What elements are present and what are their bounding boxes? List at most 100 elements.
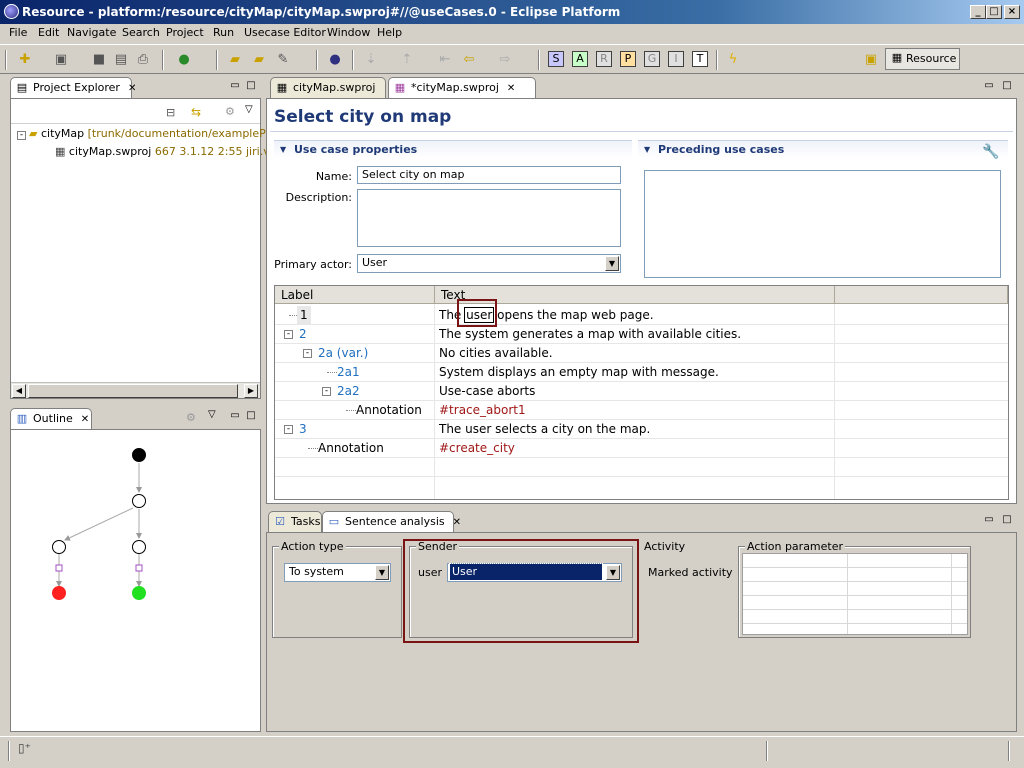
scroll-right-icon[interactable]: ▶	[244, 384, 258, 398]
table-row[interactable]: 2a1 System displays an empty map with me…	[275, 363, 1008, 382]
collapse-toggle-icon[interactable]: -	[284, 425, 293, 434]
print-icon[interactable]: ⎙	[134, 51, 152, 69]
edit-icon[interactable]: ✎	[274, 51, 292, 69]
step-node[interactable]	[52, 540, 66, 554]
chevron-down-icon[interactable]: ▼	[605, 256, 619, 271]
globe-icon[interactable]: ●	[326, 51, 344, 69]
close-button[interactable]: ×	[1004, 5, 1020, 19]
table-row[interactable]: - 2 The system generates a map with avai…	[275, 325, 1008, 344]
step-node[interactable]	[132, 540, 146, 554]
next-annotation-icon[interactable]: ⇣	[362, 51, 380, 69]
table-row[interactable]	[275, 477, 1008, 496]
run-icon[interactable]: ●	[175, 51, 193, 69]
tree-item-project[interactable]: - ▰ cityMap [trunk/documentation/exampleP…	[17, 127, 277, 141]
menu-search[interactable]: Search	[122, 26, 160, 40]
letter-button-i[interactable]: I	[668, 51, 684, 67]
minimize-view-icon[interactable]: ▭	[230, 81, 240, 91]
tab-tasks[interactable]: ☑ Tasks	[268, 511, 322, 533]
maximize-view-icon[interactable]: □	[246, 411, 256, 421]
collapse-all-icon[interactable]: ⊟	[166, 106, 175, 119]
collapse-toggle-icon[interactable]: -	[284, 330, 293, 339]
lightning-icon[interactable]: ϟ	[724, 51, 742, 69]
tab-citymap-swproj-dirty[interactable]: ▦ *cityMap.swproj ✕	[388, 77, 536, 99]
maximize-view-icon[interactable]: □	[246, 81, 256, 91]
collapse-toggle-icon[interactable]: -	[17, 131, 26, 140]
open-folder-icon[interactable]: ▰	[226, 51, 244, 69]
save-all-icon[interactable]: ▤	[112, 51, 130, 69]
letter-button-s[interactable]: S	[548, 51, 564, 67]
preceding-use-cases-list[interactable]	[644, 170, 1001, 278]
menu-project[interactable]: Project	[166, 26, 204, 40]
start-node[interactable]	[132, 448, 146, 462]
tab-project-explorer[interactable]: ▤ Project Explorer ✕	[10, 77, 136, 99]
view-menu-icon[interactable]: ⚙	[225, 105, 235, 118]
link-editor-icon[interactable]: ⇆	[191, 105, 201, 119]
menu-navigate[interactable]: Navigate	[67, 26, 116, 40]
new-icon[interactable]: ✚	[16, 51, 34, 69]
success-end-node[interactable]	[132, 586, 146, 600]
letter-button-t[interactable]: T	[692, 51, 708, 67]
action-parameter-table[interactable]	[742, 553, 968, 635]
tab-sentence-analysis[interactable]: ▭ Sentence analysis ✕	[322, 511, 461, 533]
step-node[interactable]	[132, 494, 146, 508]
minimize-view-icon[interactable]: ▭	[230, 411, 240, 421]
chevron-down-icon[interactable]: ▼	[375, 565, 389, 580]
tab-citymap-swproj[interactable]: ▦ cityMap.swproj	[270, 77, 386, 99]
minimize-editor-icon[interactable]: ▭	[984, 81, 994, 91]
menu-window[interactable]: Window	[327, 26, 370, 40]
menu-edit[interactable]: Edit	[38, 26, 59, 40]
letter-button-g[interactable]: G	[644, 51, 660, 67]
table-row[interactable]: Annotation #trace_abort1	[275, 401, 1008, 420]
close-icon[interactable]: ✕	[507, 83, 515, 94]
section-use-case-properties[interactable]: ▼ Use case properties	[274, 140, 632, 158]
maximize-view-icon[interactable]: □	[1002, 515, 1012, 525]
fail-end-node[interactable]	[52, 586, 66, 600]
wrench-icon[interactable]: 🔧	[982, 144, 999, 160]
perspective-resource-button[interactable]: ▦ Resource	[885, 48, 960, 70]
save-icon[interactable]: ■	[90, 51, 108, 69]
chevron-down-icon[interactable]: ▽	[245, 104, 253, 115]
menu-usecase-editor[interactable]: Usecase Editor	[244, 26, 326, 40]
menu-help[interactable]: Help	[377, 26, 402, 40]
new-wizard-icon[interactable]: ▣	[52, 51, 70, 69]
table-row[interactable]: - 2a2 Use-case aborts	[275, 382, 1008, 401]
table-row[interactable]: 1 The user opens the map web page.	[275, 306, 1008, 325]
collapse-toggle-icon[interactable]: -	[322, 387, 331, 396]
table-row[interactable]	[275, 458, 1008, 477]
chevron-down-icon[interactable]: ▽	[208, 409, 216, 420]
forward-icon[interactable]: ⇨	[496, 51, 514, 69]
menu-run[interactable]: Run	[213, 26, 234, 40]
fast-view-icon[interactable]: ▯⁺	[18, 741, 31, 755]
table-row[interactable]: - 3 The user selects a city on the map.	[275, 420, 1008, 439]
description-field[interactable]	[357, 189, 621, 247]
tree-item-file[interactable]: ▦ cityMap.swproj 667 3.1.12 2:55 jiri.vi	[55, 145, 273, 159]
letter-button-r[interactable]: R	[596, 51, 612, 67]
scrollbar-thumb[interactable]	[28, 384, 238, 398]
table-row[interactable]: - 2a (var.) No cities available.	[275, 344, 1008, 363]
minimize-view-icon[interactable]: ▭	[984, 515, 994, 525]
menu-file[interactable]: File	[9, 26, 27, 40]
maximize-editor-icon[interactable]: □	[1002, 81, 1012, 91]
scroll-left-icon[interactable]: ◀	[12, 384, 26, 398]
collapse-toggle-icon[interactable]: -	[303, 349, 312, 358]
section-preceding-use-cases[interactable]: ▼ Preceding use cases	[638, 140, 1008, 158]
table-row[interactable]: Annotation #create_city	[275, 439, 1008, 458]
letter-button-p[interactable]: P	[620, 51, 636, 67]
prev-annotation-icon[interactable]: ⇡	[398, 51, 416, 69]
last-edit-icon[interactable]: ⇤	[436, 51, 454, 69]
open-project-icon[interactable]: ▰	[250, 51, 268, 69]
column-header-label[interactable]: Label	[275, 286, 435, 304]
outline-tool-icon[interactable]: ⚙	[186, 411, 196, 424]
horizontal-scrollbar[interactable]: ◀ ▶	[11, 382, 260, 398]
close-icon[interactable]: ✕	[128, 83, 136, 94]
maximize-button[interactable]: □	[986, 5, 1002, 19]
close-icon[interactable]: ✕	[453, 517, 461, 528]
minimize-button[interactable]: _	[970, 5, 986, 19]
open-perspective-icon[interactable]: ▣	[862, 51, 880, 69]
letter-button-a[interactable]: A	[572, 51, 588, 67]
tab-outline[interactable]: ▥ Outline ✕	[10, 408, 92, 430]
primary-actor-select[interactable]: User ▼	[357, 254, 621, 273]
action-type-select[interactable]: To system ▼	[284, 563, 391, 582]
close-icon[interactable]: ✕	[81, 414, 89, 425]
back-icon[interactable]: ⇦	[460, 51, 478, 69]
